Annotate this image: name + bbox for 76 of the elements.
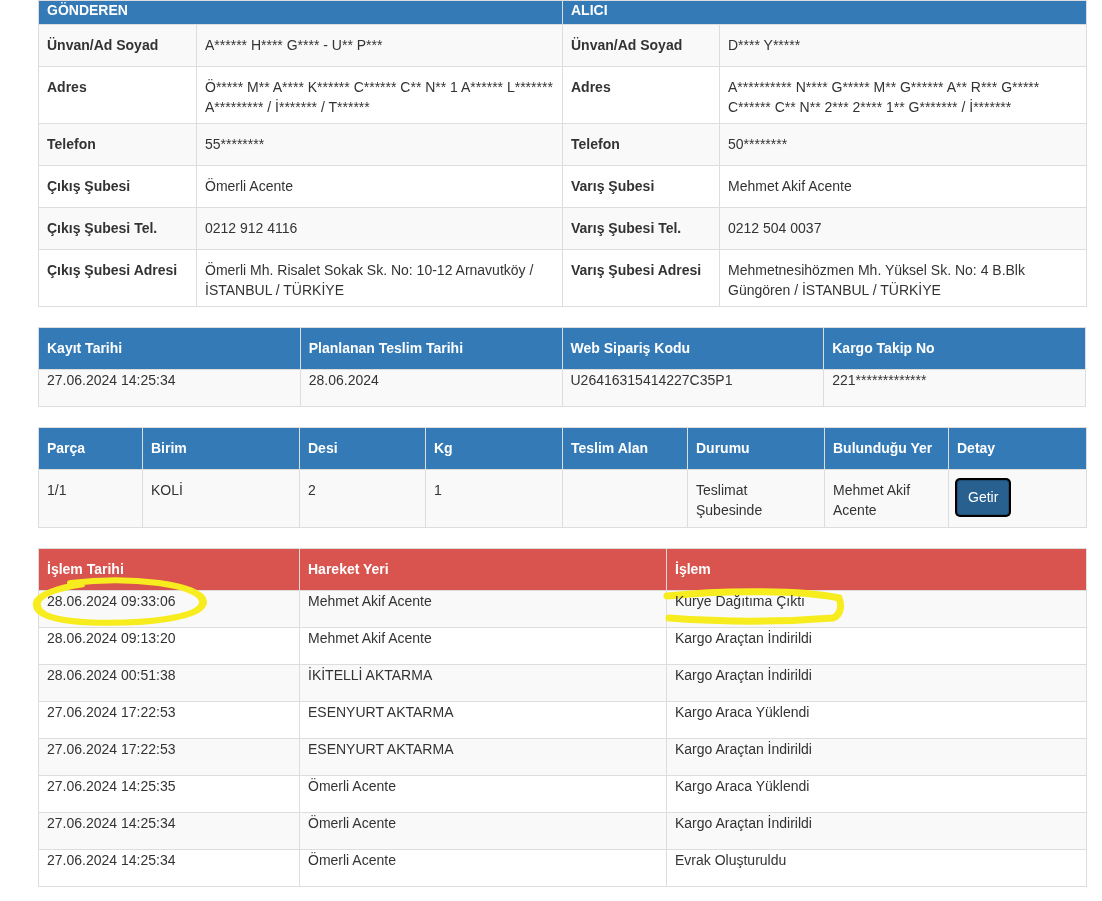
table-cell: U26416315414227C35P1 [570, 372, 733, 388]
table-cell: 27.06.2024 14:25:34 [47, 372, 176, 388]
column-header: Birim [151, 440, 187, 456]
column-header: Detay [957, 440, 996, 456]
table-cell: Mehmet Akif Acente [308, 593, 432, 609]
column-header: Planlanan Teslim Tarihi [308, 340, 464, 356]
table-cell: Kargo Araçtan İndirildi [675, 815, 812, 831]
field-value: Mehmetnesihözmen Mh. Yüksel Sk. No: 4 B.Blk Güngören / İSTANBUL / TÜRKİYE [728, 262, 1025, 298]
table-cell: 28.06.2024 00:51:38 [47, 667, 176, 683]
table-cell: Mehmet Akif Acente [308, 630, 432, 646]
table-cell: Ömerli Acente [308, 852, 396, 868]
table-cell: 1/1 [47, 482, 67, 498]
field-label: Telefon [47, 136, 96, 152]
table-cell: Mehmet Akif Acente [833, 482, 911, 518]
column-header: Kg [434, 440, 453, 456]
column-header: Hareket Yeri [308, 561, 389, 577]
column-header: Web Sipariş Kodu [570, 340, 691, 356]
table-cell: 28.06.2024 09:13:20 [47, 630, 176, 646]
fetch-button[interactable]: Getir [957, 480, 1010, 515]
table-cell: 28.06.2024 09:33:06 [47, 593, 176, 609]
table-cell: 27.06.2024 17:22:53 [47, 741, 176, 757]
field-label: Çıkış Şubesi [47, 178, 131, 194]
table-cell: 27.06.2024 17:22:53 [47, 704, 176, 720]
field-value: A********** N**** G***** M** G****** A** R*** G***** C****** C** N** 2*** 2**** 1** G******* / İ******* [728, 79, 1040, 115]
table-cell: Ömerli Acente [308, 815, 396, 831]
table-cell: 2 [308, 482, 316, 498]
table-cell: 27.06.2024 14:25:35 [47, 778, 176, 794]
table-cell: ESENYURT AKTARMA [308, 741, 454, 757]
field-value: 0212 504 0037 [728, 220, 822, 236]
table-cell: Kargo Araçtan İndirildi [675, 741, 812, 757]
table-cell: 221************* [832, 372, 927, 388]
column-header: Bulunduğu Yer [833, 440, 933, 456]
field-value: 50******** [728, 136, 788, 152]
field-value: A****** H**** G**** - U** P*** [205, 37, 383, 53]
receiver-heading: ALICI [571, 2, 608, 18]
field-value: Ömerli Mh. Risalet Sokak Sk. No: 10-12 Arnavutköy / İSTANBUL / TÜRKİYE [205, 262, 534, 298]
table-cell: Teslimat Şubesinde [696, 482, 763, 518]
column-header: İşlem Tarihi [47, 561, 124, 577]
field-label: Çıkış Şubesi Tel. [47, 220, 158, 236]
table-cell: İKİTELLİ AKTARMA [308, 667, 433, 683]
table-cell: Kargo Araçtan İndirildi [675, 630, 812, 646]
table-cell: Kargo Araca Yüklendi [675, 704, 810, 720]
column-header: İşlem [675, 561, 711, 577]
table-cell: ESENYURT AKTARMA [308, 704, 454, 720]
field-value: Ömerli Acente [205, 178, 293, 194]
column-header: Durumu [696, 440, 750, 456]
field-label: Adres [47, 79, 87, 95]
field-label: Varış Şubesi Tel. [571, 220, 682, 236]
table-cell: Evrak Oluşturuldu [675, 852, 787, 868]
table-cell: 27.06.2024 14:25:34 [47, 815, 176, 831]
sender-heading: GÖNDEREN [47, 2, 128, 18]
table-cell: 27.06.2024 14:25:34 [47, 852, 176, 868]
field-label: Varış Şubesi [571, 178, 655, 194]
table-cell: Ömerli Acente [308, 778, 396, 794]
field-label: Adres [571, 79, 611, 95]
table-cell: 28.06.2024 [308, 372, 379, 388]
table-cell: Kargo Araçtan İndirildi [675, 667, 812, 683]
field-label: Ünvan/Ad Soyad [47, 37, 159, 53]
field-value: Mehmet Akif Acente [728, 178, 852, 194]
field-label: Varış Şubesi Adresi [571, 262, 702, 278]
column-header: Parça [47, 440, 86, 456]
field-value: 0212 912 4116 [205, 220, 298, 236]
field-value: D**** Y***** [728, 37, 801, 53]
table-cell: 1 [434, 482, 442, 498]
field-label: Telefon [571, 136, 620, 152]
column-header: Desi [308, 440, 338, 456]
field-label: Ünvan/Ad Soyad [571, 37, 683, 53]
field-value: Ö***** M** A**** K****** C****** C** N** 1 A****** L******* A********* / İ******* / T****** [205, 79, 553, 115]
column-header: Kayıt Tarihi [47, 340, 123, 356]
table-cell: KOLİ [151, 482, 183, 498]
table-cell: Kurye Dağıtıma Çıktı [675, 593, 805, 609]
field-value: 55******** [205, 136, 265, 152]
column-header: Kargo Takip No [832, 340, 935, 356]
column-header: Teslim Alan [571, 440, 649, 456]
field-label: Çıkış Şubesi Adresi [47, 262, 178, 278]
table-cell: Kargo Araca Yüklendi [675, 778, 810, 794]
